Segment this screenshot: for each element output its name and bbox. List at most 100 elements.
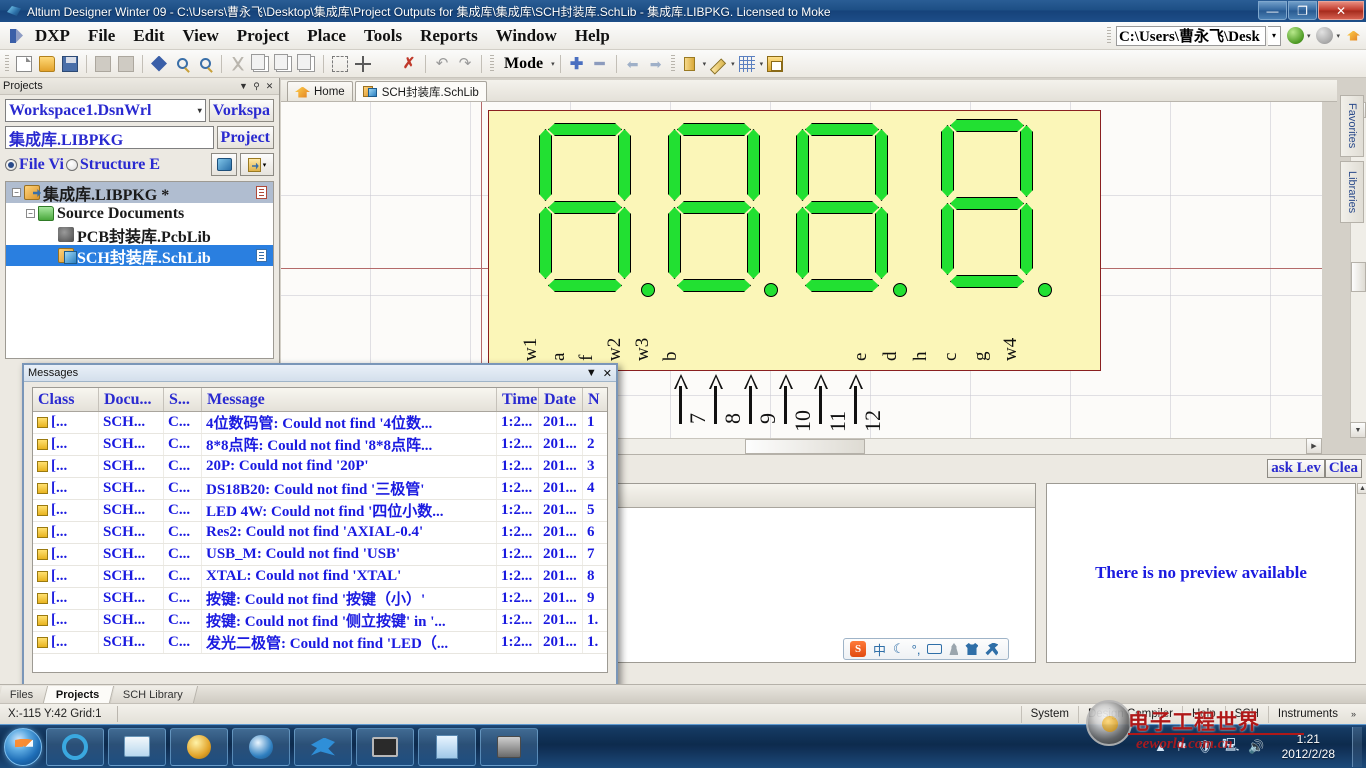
column-header-message[interactable]: Message <box>202 388 497 411</box>
menu-window[interactable]: Window <box>487 24 566 48</box>
start-button-icon[interactable] <box>4 727 42 766</box>
paste-button[interactable] <box>273 53 295 75</box>
messages-panel-header[interactable]: Messages ▼ ✕ <box>24 365 616 382</box>
project-button[interactable]: Project <box>216 126 274 149</box>
panel-pin-icon[interactable]: ⚲ <box>250 80 263 93</box>
taskbar-item-media-player[interactable] <box>170 727 228 766</box>
bottom-tab-files[interactable]: Files <box>0 686 49 703</box>
grid-settings-button[interactable] <box>736 53 758 75</box>
clear-filter-button[interactable]: ✗ <box>398 53 420 75</box>
tab-home[interactable]: Home <box>287 81 353 101</box>
ime-punctuation-icon[interactable]: °, <box>912 642 921 657</box>
horizontal-scroll-thumb[interactable] <box>745 439 865 454</box>
toolbar-grip-1[interactable] <box>5 54 9 73</box>
print-button[interactable] <box>92 53 114 75</box>
workspace-button[interactable]: Vorkspa <box>208 99 274 122</box>
save-button[interactable] <box>59 53 81 75</box>
status-button-sch[interactable]: SCH <box>1224 705 1268 723</box>
preview-scroll-up-icon[interactable]: ▲ <box>1357 483 1366 494</box>
panel-chevron-down-icon[interactable]: ▼ <box>237 80 250 93</box>
status-button-system[interactable]: System <box>1020 705 1078 723</box>
vertical-scroll-thumb[interactable] <box>1351 262 1366 292</box>
preview-scrollbar[interactable]: ▲ <box>1357 483 1366 665</box>
forward-chevron-down-icon[interactable]: ▾ <box>1336 32 1340 40</box>
mask-level-button[interactable]: ask Lev <box>1267 459 1325 478</box>
panel-navigate-button[interactable]: ▾ <box>240 153 274 176</box>
menu-help[interactable]: Help <box>566 24 619 48</box>
volume-icon[interactable]: 🔊 <box>1248 739 1264 755</box>
zoom-in-button[interactable] <box>171 53 193 75</box>
cut-button[interactable] <box>227 53 249 75</box>
taskbar-item-file-explorer[interactable] <box>108 727 166 766</box>
ie-workspace-button[interactable] <box>764 53 786 75</box>
path-combo-value[interactable]: C:\Users\曹永飞\Desk <box>1115 25 1266 46</box>
ime-keyboard-icon[interactable] <box>927 644 943 654</box>
messages-chevron-down-icon[interactable]: ▼ <box>586 367 597 379</box>
network-flag-icon[interactable]: ⚑ <box>1176 739 1188 755</box>
new-document-button[interactable] <box>13 53 35 75</box>
toolbar-grip-2[interactable] <box>490 54 494 73</box>
show-desktop-button[interactable] <box>1352 726 1362 767</box>
deselect-button[interactable] <box>375 53 397 75</box>
scroll-down-icon[interactable]: ▼ <box>1350 422 1366 438</box>
remove-part-button[interactable]: ━ <box>589 53 611 75</box>
tree-node-pcblib[interactable]: PCB封装库.PcbLib <box>6 224 273 246</box>
path-combo-chevron-down-icon[interactable]: ▾ <box>1267 25 1281 46</box>
taskb006-item-reader-app[interactable] <box>480 727 538 766</box>
paste-special-button[interactable] <box>296 53 318 75</box>
board-insight-button[interactable] <box>148 53 170 75</box>
place-component-chevron-down-icon[interactable]: ▾ <box>703 60 707 68</box>
add-part-button[interactable]: ✚ <box>566 53 588 75</box>
home-icon[interactable] <box>1346 28 1362 44</box>
menu-view[interactable]: View <box>174 24 228 48</box>
table-row[interactable]: [... SCH... C... DS18B20: Could not find… <box>33 478 607 500</box>
grid-chevron-down-icon[interactable]: ▾ <box>760 60 764 68</box>
column-header-time[interactable]: Time <box>497 388 539 411</box>
workspace-combo[interactable]: Workspace1.DsnWrl ▾ <box>5 99 206 122</box>
table-row[interactable]: [... SCH... C... XTAL: Could not find 'X… <box>33 566 607 588</box>
redo-button[interactable]: ↷ <box>454 53 476 75</box>
tree-node-schlib[interactable]: SCH封装库.SchLib <box>6 245 273 267</box>
ime-skin-icon[interactable] <box>965 643 979 655</box>
print-preview-button[interactable] <box>115 53 137 75</box>
ime-profile-icon[interactable] <box>949 643 959 655</box>
messages-grid[interactable]: Class Docu... S... Message Time Date N [… <box>32 387 608 673</box>
clear-button[interactable]: Clea <box>1324 459 1362 478</box>
panel-close-icon[interactable]: ✕ <box>263 80 276 93</box>
table-row[interactable]: [... SCH... C... USB_M: Could not find '… <box>33 544 607 566</box>
ime-wrench-icon[interactable] <box>985 642 999 656</box>
table-row[interactable]: [... SCH... C... 8*8点阵: Could not find '… <box>33 434 607 456</box>
tree-node-libpkg[interactable]: − 集成库.LIBPKG * <box>6 182 273 204</box>
sogou-logo-icon[interactable]: S <box>850 641 866 657</box>
forward-navigation-icon[interactable] <box>1316 27 1334 44</box>
select-area-button[interactable] <box>329 53 351 75</box>
messages-close-icon[interactable]: ✕ <box>603 367 612 380</box>
menu-project[interactable]: Project <box>228 24 299 48</box>
utilities-drawing-button[interactable] <box>707 53 729 75</box>
expander-icon[interactable]: − <box>26 209 35 218</box>
status-overflow-icon[interactable]: » <box>1347 709 1360 719</box>
project-combo[interactable]: 集成库.LIBPKG <box>5 126 214 149</box>
expander-icon[interactable]: − <box>12 188 21 197</box>
taskbar-item-monitor-tool[interactable] <box>356 727 414 766</box>
taskbar-item-internet-explorer[interactable] <box>46 727 104 766</box>
column-header-date[interactable]: Date <box>539 388 583 411</box>
minimize-button[interactable]: — <box>1258 1 1287 20</box>
back-navigation-icon[interactable] <box>1286 27 1304 44</box>
vtab-libraries[interactable]: Libraries <box>1340 161 1364 223</box>
file-view-radio[interactable] <box>5 158 17 171</box>
utilities-chevron-down-icon[interactable]: ▾ <box>731 60 735 68</box>
table-row[interactable]: [... SCH... C... 20P: Could not find '20… <box>33 456 607 478</box>
table-row[interactable]: [... SCH... C... 4位数码管: Could not find '… <box>33 412 607 434</box>
taskbar-item-notes-app[interactable] <box>418 727 476 766</box>
mode-label[interactable]: Mode <box>498 55 549 73</box>
vtab-favorites[interactable]: Favorites <box>1340 95 1364 157</box>
menu-tools[interactable]: Tools <box>355 24 411 48</box>
menu-edit[interactable]: Edit <box>124 24 173 48</box>
back-chevron-down-icon[interactable]: ▾ <box>1307 32 1311 40</box>
close-button[interactable]: ✕ <box>1318 1 1364 20</box>
status-button-instruments[interactable]: Instruments <box>1267 705 1347 723</box>
menu-place[interactable]: Place <box>298 24 355 48</box>
menu-file[interactable]: File <box>79 24 124 48</box>
bottom-tab-sch-library[interactable]: SCH Library <box>110 686 198 703</box>
